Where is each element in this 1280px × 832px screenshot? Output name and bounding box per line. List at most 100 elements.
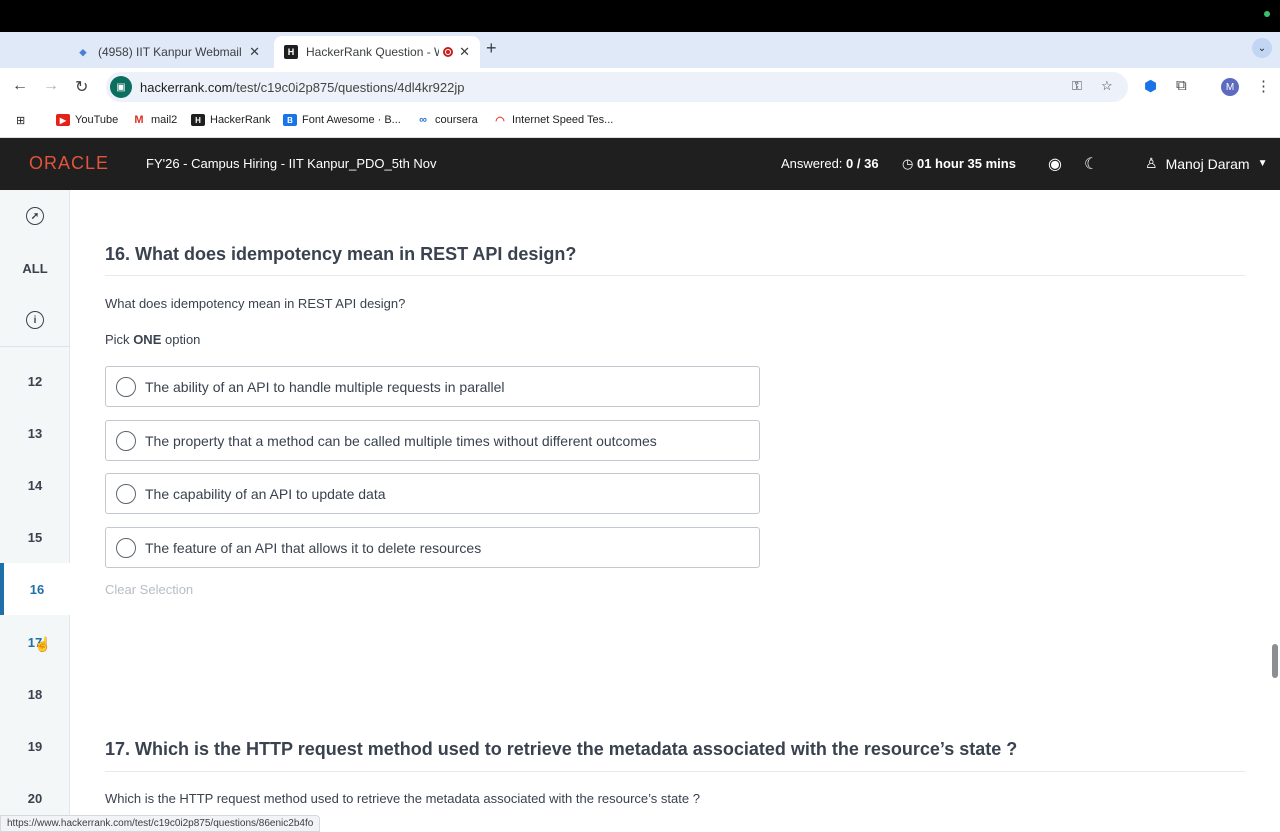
tab-search-icon[interactable]: ⌄ <box>1252 38 1272 58</box>
bookmark-star-icon[interactable]: ☆ <box>1101 78 1113 94</box>
browser-menu-icon[interactable]: ⋮ <box>1256 77 1271 95</box>
radio-button[interactable] <box>116 430 136 451</box>
option-1[interactable]: The ability of an API to handle multiple… <box>105 366 760 407</box>
compass-icon: ➚ <box>26 207 44 225</box>
back-icon[interactable]: ← <box>12 77 28 95</box>
address-bar[interactable]: ▣ hackerrank.com/test/c19c0i2p875/questi… <box>106 72 1128 102</box>
speedometer-icon: ◠ <box>495 114 505 127</box>
oracle-logo: ORACLE <box>29 153 110 173</box>
apps-grid-icon[interactable]: ⊞ <box>16 114 25 127</box>
radio-button[interactable] <box>116 483 136 504</box>
user-icon: ♙ <box>1145 155 1158 171</box>
url-path: /test/c19c0i2p875/questions/4dl4kr922jp <box>232 79 465 95</box>
link-status-url: https://www.hackerrank.com/test/c19c0i2p… <box>0 815 321 832</box>
extensions-puzzle-icon[interactable]: ⧉ <box>1176 77 1187 94</box>
key-icon[interactable]: ⚿ <box>1072 78 1082 94</box>
profile-avatar[interactable]: M <box>1221 78 1239 96</box>
bookmark-label: HackerRank <box>210 114 271 126</box>
pick-bold: ONE <box>133 332 162 347</box>
bookmark-label: coursera <box>435 114 478 126</box>
hand-cursor-icon: ☝ <box>34 636 52 652</box>
hackerrank-icon: H <box>191 114 205 126</box>
sidebar-question-19[interactable]: 19 <box>0 720 70 772</box>
webmail-favicon-icon: ◆ <box>79 46 87 57</box>
option-2[interactable]: The property that a method can be called… <box>105 420 760 461</box>
answered-count: Answered: 0 / 36 <box>781 156 879 171</box>
bookmark-fontawesome[interactable]: B Font Awesome · B... <box>283 114 401 126</box>
recording-icon <box>443 47 454 57</box>
question-content: 16. What does idempotency mean in REST A… <box>70 190 1280 832</box>
pick-instruction: Pick ONE option <box>105 332 200 347</box>
time-remaining: 01 hour 35 mins <box>916 156 1016 171</box>
option-label: The ability of an API to handle multiple… <box>145 378 505 395</box>
question-17-text: Which is the HTTP request method used to… <box>105 791 700 806</box>
option-label: The feature of an API that allows it to … <box>145 539 482 556</box>
new-tab-button[interactable]: + <box>486 38 497 59</box>
os-top-bar <box>0 0 1280 32</box>
info-button[interactable]: i <box>0 294 70 346</box>
bookmark-mail2[interactable]: Mmail2 <box>132 114 177 126</box>
status-dot <box>1264 11 1270 17</box>
option-label: The property that a method can be called… <box>145 432 657 449</box>
title-divider <box>105 275 1245 276</box>
option-3[interactable]: The capability of an API to update data <box>105 473 760 514</box>
question-16-text: What does idempotency mean in REST API d… <box>105 296 406 311</box>
sidebar-question-15[interactable]: 15 <box>0 511 70 563</box>
hackerrank-favicon-icon: H <box>284 45 298 59</box>
gmail-icon: M <box>134 114 144 126</box>
clear-selection-link[interactable]: Clear Selection <box>105 582 193 597</box>
tab-title: HackerRank Question - W <box>306 45 440 59</box>
sidebar-question-14[interactable]: 14 <box>0 459 70 511</box>
tab-hackerrank[interactable]: H HackerRank Question - W ✕ <box>274 36 480 68</box>
sidebar-question-18[interactable]: 18 <box>0 668 70 720</box>
test-name: FY'26 - Campus Hiring - IIT Kanpur_PDO_5… <box>146 156 437 171</box>
test-header: ORACLE FY'26 - Campus Hiring - IIT Kanpu… <box>0 138 1280 190</box>
browser-tab-strip: ◆ (4958) IIT Kanpur Webmail :: ✕ H Hacke… <box>0 32 1280 68</box>
chevron-down-icon: ▼ <box>1257 158 1268 169</box>
bookmark-hackerrank[interactable]: H HackerRank <box>191 114 271 126</box>
bookmark-youtube[interactable]: ▶ YouTube <box>56 114 118 126</box>
page-scrollbar[interactable] <box>1272 644 1278 678</box>
reload-icon[interactable]: ↻ <box>75 77 88 97</box>
bookmark-speedtest[interactable]: ◠ Internet Speed Tes... <box>493 114 614 127</box>
clock-icon: ◷ <box>902 156 914 171</box>
sidebar-question-16[interactable]: 16 <box>0 563 70 615</box>
bookmark-label: mail2 <box>151 114 178 126</box>
user-menu[interactable]: ♙ Manoj Daram ▼ <box>1145 155 1268 172</box>
question-16-title: 16. What does idempotency mean in REST A… <box>105 244 577 264</box>
youtube-icon: ▶ <box>56 114 70 126</box>
compass-button[interactable]: ➚ <box>0 190 70 242</box>
tab-title: (4958) IIT Kanpur Webmail :: <box>98 45 244 59</box>
sidebar-divider <box>0 346 70 347</box>
eye-icon[interactable]: ◉ <box>1048 154 1062 174</box>
close-tab-icon[interactable]: ✕ <box>249 44 260 60</box>
sidebar-question-12[interactable]: 12 <box>0 355 70 407</box>
question-17-title: 17. Which is the HTTP request method use… <box>105 739 1018 759</box>
sidebar-all[interactable]: ALL <box>0 242 70 294</box>
tab-webmail[interactable]: ◆ (4958) IIT Kanpur Webmail :: ✕ <box>66 36 270 68</box>
question-sidebar: ➚ ALL i 12 13 14 15 16 17 18 19 20 <box>0 190 70 832</box>
user-name: Manoj Daram <box>1165 155 1250 172</box>
radio-button[interactable] <box>116 537 136 558</box>
pick-prefix: Pick <box>105 332 130 347</box>
info-icon: i <box>26 311 44 329</box>
forward-icon[interactable]: → <box>43 77 59 95</box>
answered-label: Answered: <box>781 156 843 171</box>
option-4[interactable]: The feature of an API that allows it to … <box>105 527 760 568</box>
answered-value: 0 / 36 <box>846 156 879 171</box>
bookmark-label: Font Awesome · B... <box>302 114 401 126</box>
extension-icon[interactable]: ⬢ <box>1144 77 1157 95</box>
url-host: hackerrank.com <box>140 79 233 95</box>
close-tab-icon[interactable]: ✕ <box>459 44 470 60</box>
dark-mode-moon-icon[interactable]: ☾ <box>1084 154 1098 174</box>
site-info-icon[interactable]: ▣ <box>110 76 132 98</box>
title-divider <box>105 771 1245 772</box>
coursera-icon: ∞ <box>419 114 427 126</box>
bookmark-label: Internet Speed Tes... <box>512 114 614 126</box>
bookmark-label: YouTube <box>75 114 119 126</box>
browser-nav-bar: ← → ↻ ▣ hackerrank.com/test/c19c0i2p875/… <box>0 68 1280 106</box>
sidebar-question-13[interactable]: 13 <box>0 407 70 459</box>
radio-button[interactable] <box>116 376 136 397</box>
url-text[interactable]: hackerrank.com/test/c19c0i2p875/question… <box>140 80 464 95</box>
bookmark-coursera[interactable]: ∞ coursera <box>416 114 478 126</box>
